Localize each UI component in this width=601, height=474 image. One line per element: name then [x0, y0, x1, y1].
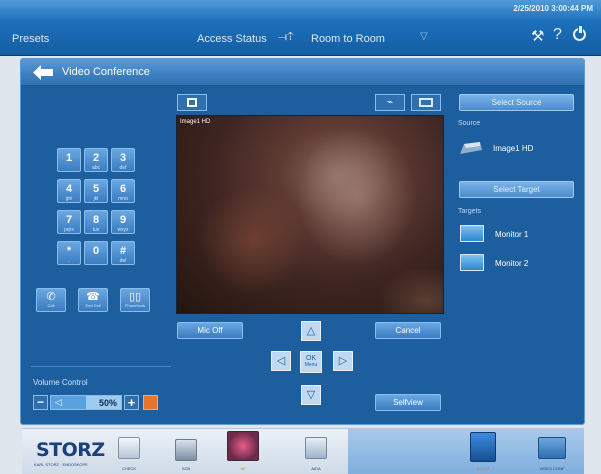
dock-label-aida: AIDA	[311, 466, 321, 471]
dial-key-0[interactable]: 0	[84, 241, 108, 265]
video-texture	[377, 266, 443, 313]
dial-key-star[interactable]: *.	[57, 241, 81, 265]
phone-icon: ✆	[46, 291, 56, 303]
volume-label: Volume Control	[33, 378, 88, 387]
end-call-button[interactable]: ☎ End Call	[78, 288, 108, 312]
chevron-down-icon[interactable]: ▽	[420, 31, 428, 42]
volume-percent: 50%	[99, 398, 118, 408]
room-to-room-selector[interactable]: Room to Room	[311, 33, 385, 45]
phonebook-button[interactable]: ▯▯ Phonebook	[120, 288, 150, 312]
targets-heading: Targets	[458, 208, 481, 215]
route-icon: ⟞⇡	[278, 31, 294, 43]
fullscreen-icon	[419, 98, 433, 107]
target-monitor-1[interactable]: Monitor 1	[495, 230, 528, 239]
dock-label-av: AV	[240, 466, 246, 471]
target-monitor-2[interactable]: Monitor 2	[495, 259, 528, 268]
bottom-dock: STORZ KARL STORZ · ENDOSKOPE CHECK SCB A…	[22, 428, 584, 474]
wrench-icon[interactable]: ⚒	[531, 27, 544, 45]
dock-right-area: ROOM VIDEO CONF	[348, 429, 584, 474]
storz-subtitle: KARL STORZ · ENDOSKOPE	[34, 462, 88, 467]
video-texture	[197, 186, 307, 296]
divider	[31, 366, 171, 367]
storz-logo: STORZ	[36, 439, 105, 461]
monitor-icon[interactable]	[460, 254, 484, 271]
dial-key-9[interactable]: 9 wxyz	[111, 210, 135, 234]
back-arrow-icon[interactable]	[33, 65, 53, 80]
dock-label-room: ROOM	[476, 466, 490, 471]
dial-key-6[interactable]: 6 mno	[111, 179, 135, 203]
volume-slider[interactable]: ◁ 50%	[50, 395, 122, 410]
hangup-icon: ☎	[86, 291, 100, 303]
top-bar: 2/25/2010 3:00:44 PM Presets Access Stat…	[0, 0, 601, 56]
cancel-button[interactable]: Cancel	[375, 322, 441, 339]
volume-down-button[interactable]: −	[33, 395, 48, 410]
ok-menu-button[interactable]: OK Menu	[300, 351, 322, 373]
dial-key-4[interactable]: 4 ghi	[57, 179, 81, 203]
video-feed[interactable]: Image1 HD	[176, 115, 444, 314]
monitor-icon[interactable]	[460, 225, 484, 242]
dial-key-7[interactable]: 7 pqrs	[57, 210, 81, 234]
camera-icon: ⌁	[386, 97, 394, 108]
power-icon[interactable]	[573, 26, 586, 41]
source-name: Image1 HD	[493, 144, 534, 153]
access-status[interactable]: Access Status	[197, 33, 267, 45]
dial-key-hash[interactable]: # del	[111, 241, 135, 265]
help-icon[interactable]: ?	[553, 26, 562, 44]
mute-button[interactable]	[143, 395, 158, 410]
video-source-icon[interactable]	[460, 141, 482, 154]
dock-label-scb: SCB	[181, 466, 191, 471]
select-target-button[interactable]: Select Target	[459, 181, 574, 198]
room-icon[interactable]	[470, 432, 496, 462]
dial-key-3[interactable]: 3 def	[111, 148, 135, 172]
checklist-icon[interactable]	[118, 437, 140, 459]
main-panel: Video Conference 1 2 abc 3 def 4 ghi 5 jkl 6…	[20, 58, 585, 425]
arrow-left-button[interactable]: ◁	[271, 351, 291, 371]
source-heading: Source	[458, 120, 481, 127]
fullscreen-button[interactable]	[411, 94, 441, 111]
selfview-button[interactable]: Selfview	[375, 394, 441, 411]
video-texture	[297, 126, 417, 266]
select-source-button[interactable]: Select Source	[459, 94, 574, 111]
speaker-icon: ◁	[55, 397, 62, 407]
dock-label-video-conf: VIDEO CONF	[539, 466, 565, 471]
dial-key-1[interactable]: 1	[57, 148, 81, 172]
arrow-right-button[interactable]: ▷	[333, 351, 353, 371]
mic-off-button[interactable]: Mic Off	[177, 322, 243, 339]
datetime-display: 2/25/2010 3:00:44 PM	[513, 4, 593, 13]
volume-up-button[interactable]: +	[124, 395, 139, 410]
dial-key-5[interactable]: 5 jkl	[84, 179, 108, 203]
dial-key-8[interactable]: 8 tuv	[84, 210, 108, 234]
top-bar-shine	[0, 0, 601, 22]
video-source-label: Image1 HD	[180, 119, 211, 125]
page-title: Video Conference	[62, 66, 150, 78]
call-button[interactable]: ✆ Call	[36, 288, 66, 312]
av-icon[interactable]	[227, 431, 259, 461]
video-conf-icon[interactable]	[538, 437, 566, 459]
book-icon: ▯▯	[128, 291, 142, 303]
server-icon[interactable]	[175, 439, 197, 461]
presets-menu[interactable]: Presets	[12, 33, 49, 45]
title-bar: Video Conference	[21, 59, 584, 86]
camera-control-button[interactable]: ⌁	[375, 94, 405, 111]
dock-label-check: CHECK	[121, 466, 136, 471]
arrow-down-button[interactable]: ▽	[301, 385, 321, 405]
arrow-up-button[interactable]: △	[301, 321, 321, 341]
window-icon	[187, 98, 197, 107]
dial-key-2[interactable]: 2 abc	[84, 148, 108, 172]
aida-icon[interactable]	[305, 437, 327, 459]
pip-button[interactable]	[177, 94, 207, 111]
